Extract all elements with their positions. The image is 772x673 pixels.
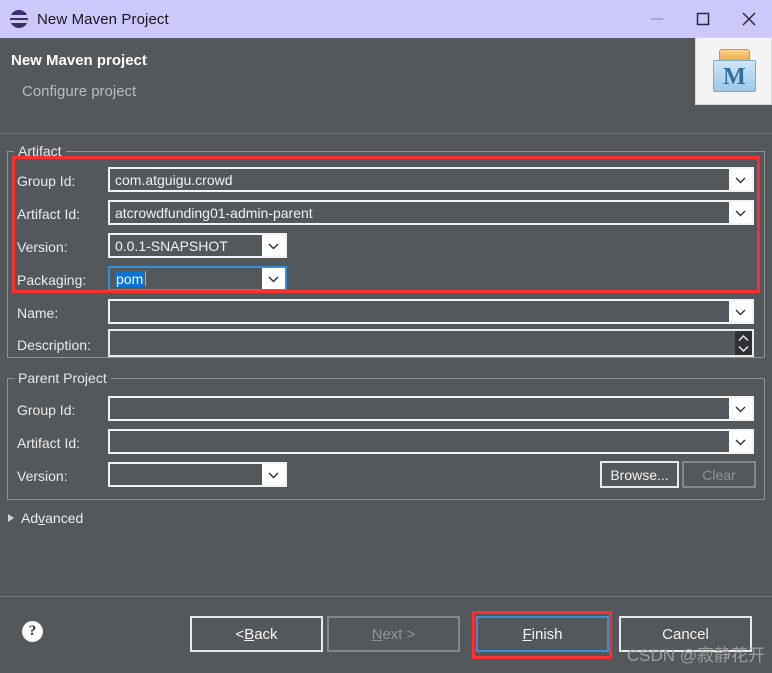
parent-group-id-combo[interactable] bbox=[108, 396, 754, 421]
chevron-down-icon[interactable] bbox=[729, 398, 752, 419]
window-controls bbox=[634, 0, 772, 38]
artifact-group-id-row: Group Id: bbox=[17, 168, 75, 194]
wizard-header: New Maven project Configure project M bbox=[0, 37, 772, 134]
parent-group-id-label: Group Id: bbox=[17, 402, 76, 418]
artifact-name-combo[interactable] bbox=[108, 299, 754, 324]
maximize-button[interactable] bbox=[680, 0, 726, 38]
artifact-version-combo[interactable]: 0.0.1-SNAPSHOT bbox=[108, 233, 287, 258]
window-title: New Maven Project bbox=[37, 10, 169, 28]
watermark: CSDN @寂静花开 bbox=[626, 646, 765, 665]
eclipse-icon bbox=[10, 10, 28, 28]
parent-version-combo[interactable] bbox=[108, 462, 287, 487]
artifact-name-label: Name: bbox=[17, 305, 59, 321]
artifact-packaging-combo[interactable]: pom bbox=[108, 266, 287, 291]
artifact-group-id-value[interactable]: com.atguigu.crowd bbox=[110, 169, 729, 190]
parent-project-legend: Parent Project bbox=[18, 370, 107, 386]
help-icon[interactable]: ? bbox=[22, 621, 43, 642]
artifact-version-label: Version: bbox=[17, 239, 68, 255]
minimize-button[interactable] bbox=[634, 0, 680, 38]
parent-version-label: Version: bbox=[17, 468, 68, 484]
window-titlebar: New Maven Project bbox=[0, 0, 772, 38]
artifact-group-id-combo[interactable]: com.atguigu.crowd bbox=[108, 167, 754, 192]
artifact-packaging-row: Packaging: bbox=[17, 267, 86, 293]
maven-letter: M bbox=[723, 64, 746, 90]
artifact-packaging-value-wrap[interactable]: pom bbox=[110, 268, 262, 289]
maven-icon: M bbox=[712, 49, 758, 93]
artifact-artifact-id-value[interactable]: atcrowdfunding01-admin-parent bbox=[110, 202, 729, 223]
page-title: New Maven project bbox=[11, 52, 147, 69]
wizard-content: Artifact Group Id: com.atguigu.crowd Art… bbox=[0, 134, 772, 589]
artifact-packaging-label: Packaging: bbox=[17, 272, 87, 288]
close-button[interactable] bbox=[726, 0, 772, 38]
artifact-version-value[interactable]: 0.0.1-SNAPSHOT bbox=[110, 235, 262, 256]
artifact-description-field[interactable] bbox=[108, 329, 754, 357]
clear-button[interactable]: Clear bbox=[682, 461, 756, 488]
chevron-right-icon bbox=[8, 514, 14, 522]
artifact-artifact-id-combo[interactable]: atcrowdfunding01-admin-parent bbox=[108, 200, 754, 225]
artifact-description-value[interactable] bbox=[110, 331, 735, 355]
artifact-name-value[interactable] bbox=[110, 301, 729, 322]
parent-group-id-value[interactable] bbox=[110, 398, 729, 419]
parent-artifact-id-value[interactable] bbox=[110, 431, 729, 452]
artifact-group-legend: Artifact bbox=[18, 143, 62, 159]
parent-version-row: Version: bbox=[17, 463, 68, 489]
artifact-group-id-label: Group Id: bbox=[17, 173, 76, 189]
text-caret bbox=[145, 271, 147, 286]
chevron-down-icon[interactable] bbox=[729, 301, 752, 322]
parent-version-value[interactable] bbox=[110, 464, 262, 485]
next-button[interactable]: Next > bbox=[327, 616, 460, 652]
advanced-label: Advanced bbox=[21, 510, 84, 526]
artifact-description-row: Description: bbox=[17, 332, 91, 358]
chevron-down-icon[interactable] bbox=[729, 202, 752, 223]
artifact-version-row: Version: bbox=[17, 234, 68, 260]
parent-artifact-id-row: Artifact Id: bbox=[17, 430, 80, 456]
description-scrollbar[interactable] bbox=[735, 331, 752, 355]
back-button[interactable]: < Back bbox=[190, 616, 323, 652]
artifact-packaging-value[interactable]: pom bbox=[115, 270, 145, 287]
page-subtitle: Configure project bbox=[22, 83, 137, 100]
parent-artifact-id-label: Artifact Id: bbox=[17, 435, 81, 451]
finish-button[interactable]: Finish bbox=[476, 616, 609, 652]
maven-banner: M bbox=[695, 37, 772, 105]
chevron-down-icon[interactable] bbox=[262, 268, 285, 289]
chevron-down-icon[interactable] bbox=[729, 169, 752, 190]
parent-group-id-row: Group Id: bbox=[17, 397, 75, 423]
advanced-expander[interactable]: Advanced bbox=[8, 510, 83, 526]
artifact-name-row: Name: bbox=[17, 300, 58, 326]
chevron-down-icon[interactable] bbox=[262, 235, 285, 256]
artifact-artifact-id-row: Artifact Id: bbox=[17, 201, 80, 227]
artifact-artifact-id-label: Artifact Id: bbox=[17, 206, 81, 222]
chevron-down-icon[interactable] bbox=[729, 431, 752, 452]
chevron-down-icon[interactable] bbox=[262, 464, 285, 485]
artifact-description-label: Description: bbox=[17, 337, 91, 353]
browse-button[interactable]: Browse... bbox=[600, 461, 679, 488]
parent-artifact-id-combo[interactable] bbox=[108, 429, 754, 454]
